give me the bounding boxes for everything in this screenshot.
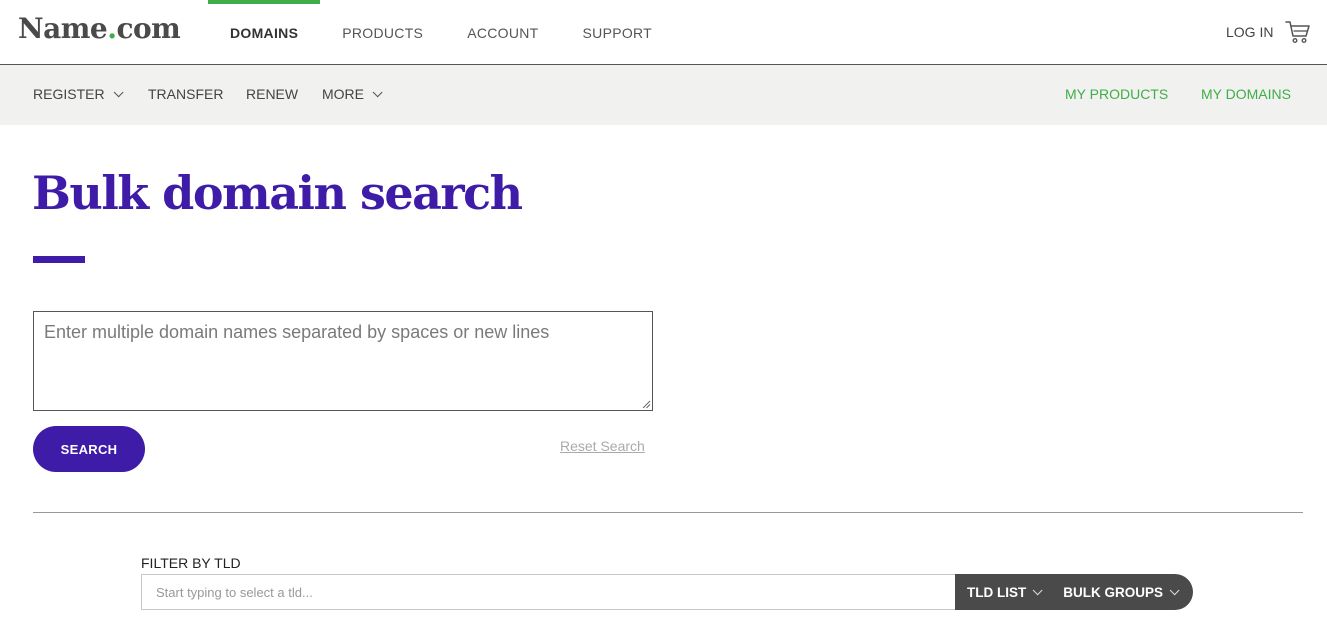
tld-button-group: TLD LIST BULK GROUPS (955, 574, 1193, 610)
subnav-register-label: REGISTER (33, 86, 105, 102)
sub-nav: REGISTER TRANSFER RENEW MORE MY PRODUCTS… (0, 65, 1327, 125)
subnav-register[interactable]: REGISTER (33, 86, 124, 102)
nav-products[interactable]: PRODUCTS (320, 0, 445, 64)
tld-list-button[interactable]: TLD LIST (967, 584, 1043, 600)
cart-icon[interactable] (1285, 19, 1311, 45)
page-title: Bulk domain search (32, 166, 523, 220)
logo-name: Name (18, 12, 108, 45)
nav-domains[interactable]: DOMAINS (208, 0, 321, 64)
bulk-groups-button[interactable]: BULK GROUPS (1063, 584, 1180, 600)
title-underline (33, 256, 85, 263)
top-header: Name.com DOMAINS PRODUCTS ACCOUNT SUPPOR… (0, 0, 1327, 65)
login-link[interactable]: LOG IN (1226, 24, 1273, 40)
subnav-transfer[interactable]: TRANSFER (148, 86, 223, 102)
resize-grip-icon[interactable] (641, 399, 651, 409)
chevron-down-icon (1169, 584, 1180, 595)
subnav-renew[interactable]: RENEW (246, 86, 298, 102)
subnav-more-label: MORE (322, 86, 364, 102)
main-nav: DOMAINS PRODUCTS ACCOUNT SUPPORT (208, 0, 674, 64)
nav-account[interactable]: ACCOUNT (445, 0, 560, 64)
reset-search-link[interactable]: Reset Search (560, 438, 645, 454)
chevron-down-icon (1032, 584, 1043, 595)
nav-support[interactable]: SUPPORT (561, 0, 675, 64)
subnav-my-products[interactable]: MY PRODUCTS (1065, 86, 1168, 102)
logo-tld: com (116, 12, 181, 45)
tld-list-label: TLD LIST (967, 584, 1027, 600)
subnav-more[interactable]: MORE (322, 86, 383, 102)
filter-by-tld-label: FILTER BY TLD (141, 555, 241, 571)
subnav-my-domains[interactable]: MY DOMAINS (1201, 86, 1291, 102)
bulk-groups-label: BULK GROUPS (1063, 584, 1164, 600)
search-button[interactable]: SEARCH (33, 426, 145, 472)
domain-names-textarea[interactable] (33, 311, 653, 411)
chevron-down-icon (372, 86, 383, 97)
logo[interactable]: Name.com (18, 12, 181, 45)
section-divider (33, 512, 1303, 513)
chevron-down-icon (113, 86, 124, 97)
tld-filter-input[interactable] (141, 574, 956, 610)
